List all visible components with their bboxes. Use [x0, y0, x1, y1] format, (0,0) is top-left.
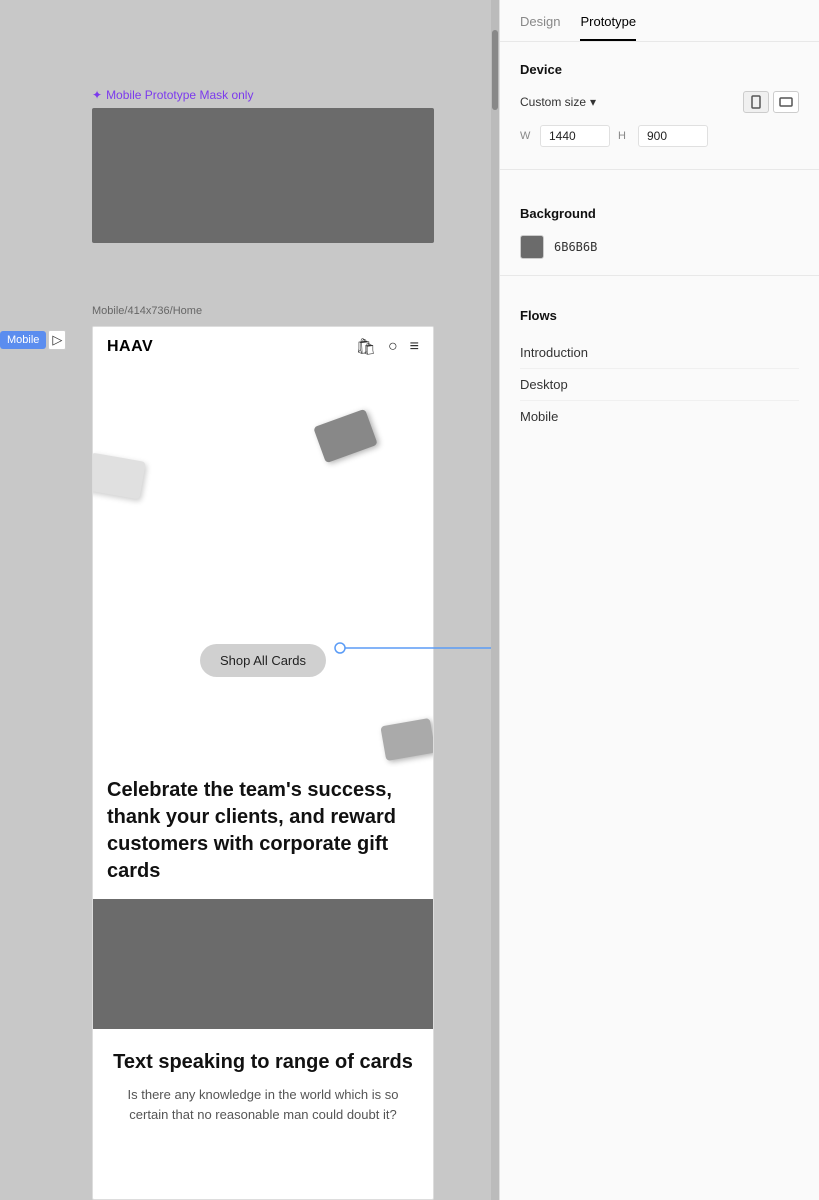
bottom-text-section: Text speaking to range of cards Is there…: [93, 1029, 433, 1134]
divider-2: [500, 275, 819, 276]
background-section: Background 6B6B6B: [500, 186, 819, 259]
hero-section: Shop All Cards: [93, 367, 433, 767]
canvas-area: ✦ Mobile Prototype Mask only Mobile/414x…: [0, 0, 499, 1200]
shop-btn-wrap: Shop All Cards: [200, 644, 326, 677]
bottom-heading: Text speaking to range of cards: [107, 1049, 419, 1075]
chevron-down-icon: ▾: [590, 95, 596, 109]
flows-title: Flows: [520, 308, 799, 323]
height-input[interactable]: [638, 125, 708, 147]
flow-item-desktop[interactable]: Desktop: [520, 369, 799, 401]
height-label: H: [618, 130, 630, 142]
cursor-icon: ▷: [48, 330, 66, 350]
bottom-image: [93, 899, 433, 1029]
width-label: W: [520, 130, 532, 142]
landscape-orientation-button[interactable]: [773, 91, 799, 113]
right-panel: Design Prototype Device Custom size ▾ W …: [499, 0, 819, 1200]
scrollbar-thumb[interactable]: [492, 30, 498, 110]
navbar-brand: HAAV: [107, 338, 153, 356]
search-icon[interactable]: ○: [388, 338, 398, 356]
tab-prototype[interactable]: Prototype: [580, 14, 636, 41]
hero-card-1: [313, 409, 378, 464]
device-row: Custom size ▾: [520, 91, 799, 113]
hero-text-section: Celebrate the team's success, thank your…: [93, 767, 433, 899]
mobile-frame: HAAV 🛍 ○ ≡ Shop All Cards Celebrate the …: [92, 326, 434, 1200]
mobile-badge-wrap: Mobile ▷: [0, 330, 66, 350]
device-orientation-btns: [743, 91, 799, 113]
flow-item-introduction[interactable]: Introduction: [520, 337, 799, 369]
portrait-orientation-button[interactable]: [743, 91, 769, 113]
width-input[interactable]: [540, 125, 610, 147]
device-title: Device: [520, 62, 799, 77]
tab-design[interactable]: Design: [520, 14, 560, 41]
menu-icon[interactable]: ≡: [410, 338, 419, 356]
device-section: Device Custom size ▾ W H: [500, 42, 819, 153]
navbar: HAAV 🛍 ○ ≡: [93, 327, 433, 367]
divider-1: [500, 169, 819, 170]
hero-heading: Celebrate the team's success, thank your…: [107, 777, 419, 885]
bg-color-swatch[interactable]: [520, 235, 544, 259]
panel-tabs: Design Prototype: [500, 0, 819, 42]
flows-section: Flows Introduction Desktop Mobile: [500, 292, 819, 432]
flow-item-mobile[interactable]: Mobile: [520, 401, 799, 432]
navbar-icons: 🛍 ○ ≡: [356, 337, 419, 357]
background-title: Background: [520, 206, 799, 221]
bag-icon[interactable]: 🛍: [356, 337, 376, 357]
diamond-icon: ✦: [92, 88, 102, 102]
frame-label: Mobile/414x736/Home: [92, 305, 202, 317]
bottom-body-text: Is there any knowledge in the world whic…: [107, 1085, 419, 1124]
top-frame: [92, 108, 434, 243]
device-size-select[interactable]: Custom size ▾: [520, 95, 596, 109]
hero-card-2: [93, 453, 146, 500]
dimensions-row: W H: [520, 125, 799, 147]
scrollbar[interactable]: [491, 0, 499, 1200]
bg-hex-value: 6B6B6B: [554, 240, 597, 254]
mobile-badge[interactable]: Mobile: [0, 331, 46, 349]
custom-size-label: Custom size: [520, 95, 586, 109]
hero-card-3: [380, 718, 433, 761]
bg-row: 6B6B6B: [520, 235, 799, 259]
prototype-mask-label: ✦ Mobile Prototype Mask only: [92, 88, 253, 102]
shop-all-cards-button[interactable]: Shop All Cards: [200, 644, 326, 677]
